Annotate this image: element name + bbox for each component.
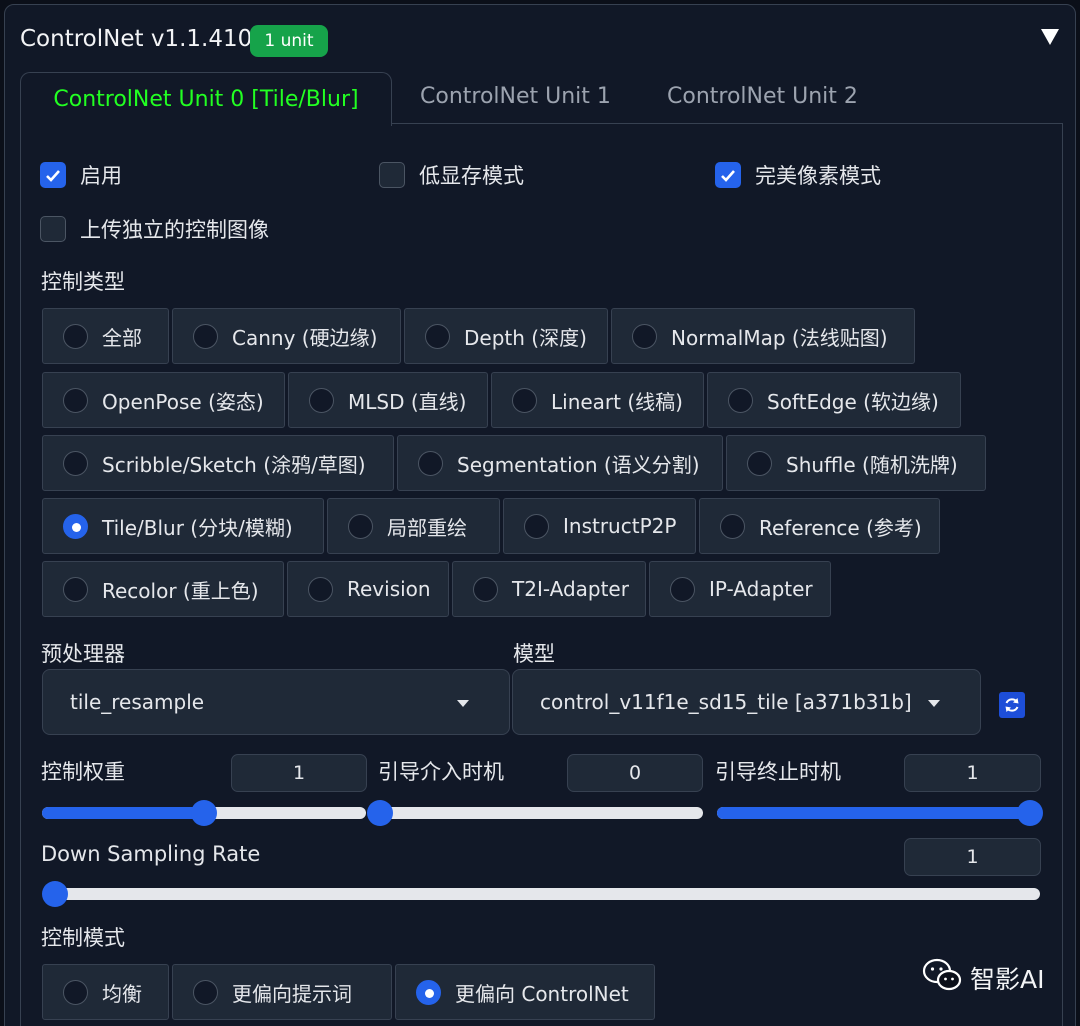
start-label: 引导介入时机 [378,760,504,784]
watermark: 智影AI [922,958,1044,998]
model-dropdown[interactable]: control_v11f1e_sd15_tile [a371b31b] [512,669,981,735]
control-mode-option[interactable]: 更偏向提示词 [172,964,392,1020]
radio-icon [193,323,218,349]
control-type-option[interactable]: Lineart (线稿) [491,372,704,428]
radio-icon [348,513,373,539]
slider-fill [717,807,1030,819]
radio-icon [308,576,333,602]
refresh-models-icon[interactable] [999,692,1025,718]
radio-icon [63,450,88,476]
radio-icon [63,576,88,602]
radio-selected-icon [416,979,441,1005]
panel-title[interactable]: ControlNet v1.1.410 [20,26,252,52]
preprocessor-label: 预处理器 [41,642,125,666]
radio-icon [193,979,218,1005]
radio-icon [63,323,88,349]
weight-input[interactable]: 1 [231,754,367,792]
weight-label: 控制权重 [41,760,125,784]
control-type-option[interactable]: SoftEdge (软边缘) [707,372,961,428]
upload-independent-label: 上传独立的控制图像 [80,218,269,242]
control-type-option[interactable]: Shuffle (随机洗牌) [726,435,986,491]
down-sampling-label: Down Sampling Rate [41,842,261,866]
radio-icon [512,387,537,413]
control-mode-option[interactable]: 均衡 [42,964,169,1020]
control-mode-option-selected[interactable]: 更偏向 ControlNet [395,964,655,1020]
radio-selected-icon [63,513,88,539]
control-type-option-selected[interactable]: Tile/Blur (分块/模糊) [42,498,324,554]
tab-unit-0[interactable]: ControlNet Unit 0 [Tile/Blur] [20,72,392,126]
checkbox-unchecked-icon [379,162,405,188]
slider-thumb[interactable] [42,881,68,907]
chevron-down-icon [928,700,940,707]
tabs-divider [390,123,1062,124]
end-label: 引导终止时机 [715,760,841,784]
control-type-option[interactable]: Depth (深度) [404,308,608,364]
radio-icon [747,450,772,476]
control-type-option[interactable]: MLSD (直线) [288,372,488,428]
control-type-option[interactable]: IP-Adapter [649,561,831,617]
preprocessor-value: tile_resample [70,690,205,714]
collapse-triangle-icon[interactable] [1038,25,1062,49]
checkbox-checked-icon [40,162,66,188]
control-type-option[interactable]: 局部重绘 [327,498,500,554]
control-type-option[interactable]: Segmentation (语义分割) [397,435,723,491]
low-vram-label: 低显存模式 [419,164,524,188]
model-label: 模型 [513,642,555,666]
radio-icon [524,513,549,539]
control-mode-label: 控制模式 [41,926,125,950]
start-input[interactable]: 0 [567,754,703,792]
radio-icon [63,979,88,1005]
enable-checkbox[interactable]: 启用 [40,160,122,190]
start-slider[interactable] [367,798,703,828]
control-type-option[interactable]: Revision [287,561,449,617]
control-type-option[interactable]: NormalMap (法线贴图) [611,308,915,364]
tab-unit-1[interactable]: ControlNet Unit 1 [420,84,611,109]
radio-icon [309,387,334,413]
control-type-option[interactable]: Reference (参考) [699,498,940,554]
preprocessor-dropdown[interactable]: tile_resample [42,669,510,735]
radio-icon [670,576,695,602]
slider-thumb[interactable] [1017,800,1043,826]
control-type-option[interactable]: Scribble/Sketch (涂鸦/草图) [42,435,394,491]
radio-icon [632,323,657,349]
tab-unit-2[interactable]: ControlNet Unit 2 [667,84,858,109]
slider-track [380,807,703,819]
pixel-perfect-checkbox[interactable]: 完美像素模式 [715,160,881,190]
control-type-option[interactable]: Canny (硬边缘) [172,308,401,364]
watermark-text: 智影AI [970,965,1045,994]
wechat-logo-icon [922,958,962,998]
control-type-option[interactable]: 全部 [42,308,169,364]
control-type-label: 控制类型 [41,270,125,294]
radio-icon [720,513,745,539]
low-vram-checkbox[interactable]: 低显存模式 [379,160,524,190]
end-slider[interactable] [717,798,1043,828]
checkbox-unchecked-icon [40,216,66,242]
control-type-option[interactable]: OpenPose (姿态) [42,372,285,428]
end-input[interactable]: 1 [904,754,1041,792]
checkbox-checked-icon [715,162,741,188]
radio-icon [425,323,450,349]
radio-icon [473,576,498,602]
upload-independent-checkbox[interactable]: 上传独立的控制图像 [40,214,269,244]
down-sampling-slider[interactable] [42,879,1040,909]
slider-thumb[interactable] [367,800,393,826]
radio-icon [63,387,88,413]
unit-count-badge: 1 unit [250,25,328,57]
pixel-perfect-label: 完美像素模式 [755,164,881,188]
slider-track [55,888,1040,900]
radio-icon [728,387,753,413]
control-type-option[interactable]: InstructP2P [503,498,696,554]
radio-icon [418,450,443,476]
model-value: control_v11f1e_sd15_tile [a371b31b] [540,690,912,714]
weight-slider[interactable] [42,798,366,828]
slider-fill [42,807,204,819]
control-type-option[interactable]: Recolor (重上色) [42,561,284,617]
slider-thumb[interactable] [191,800,217,826]
chevron-down-icon [457,700,469,707]
down-sampling-input[interactable]: 1 [904,838,1041,876]
enable-label: 启用 [80,164,122,188]
control-type-option[interactable]: T2I-Adapter [452,561,646,617]
